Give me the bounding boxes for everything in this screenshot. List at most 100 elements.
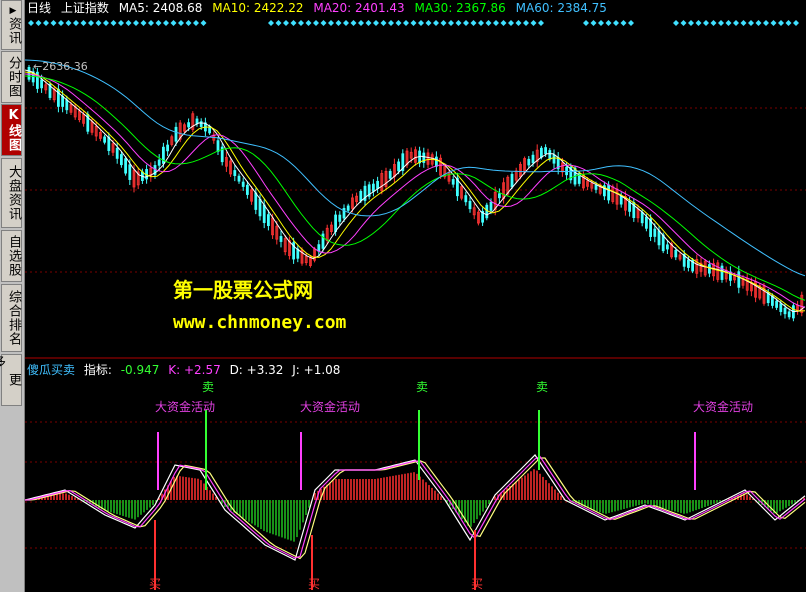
signal-diamond: [440, 20, 447, 26]
candle-body: [628, 201, 631, 212]
sell-signal-label: 卖: [536, 380, 549, 394]
signal-diamond: [395, 20, 402, 26]
signal-diamond: [590, 20, 597, 26]
sidebar-item-kline[interactable]: K线图: [1, 104, 22, 156]
candle-body: [338, 214, 342, 222]
candle-body: [216, 140, 220, 152]
signal-diamond: [313, 20, 319, 26]
signal-diamond: [50, 20, 57, 26]
signal-diamond: [583, 20, 589, 26]
candle-body: [346, 205, 350, 211]
sell-signal-label: 卖: [416, 380, 429, 394]
signal-diamond: [185, 20, 192, 26]
sidebar-item-timeline[interactable]: 分时图: [1, 51, 22, 103]
signal-diamond: [88, 20, 94, 26]
candle-body: [266, 214, 270, 226]
candle-body: [388, 170, 392, 179]
buy-signal-label: 买: [308, 577, 321, 591]
candle-body: [779, 303, 783, 312]
kline-chart[interactable]: [25, 0, 806, 592]
signal-diamond: [733, 20, 739, 26]
watermark-title: 第一股票公式网: [173, 278, 313, 302]
signal-diamond: [418, 20, 424, 26]
signal-diamond: [703, 20, 709, 26]
signal-diamond: [275, 20, 282, 26]
candle-body: [708, 264, 711, 274]
candle-body: [317, 244, 321, 252]
signal-diamond: [433, 20, 439, 26]
candle-body: [40, 79, 43, 89]
high-price-label: ←2636.36: [33, 60, 88, 73]
signal-diamond: [493, 20, 499, 26]
candle-body: [489, 201, 493, 211]
signal-diamond: [613, 20, 619, 26]
signal-diamond: [485, 20, 492, 26]
signal-diamond: [403, 20, 409, 26]
index-name: 上证指数: [60, 1, 109, 15]
candle-body: [468, 200, 472, 210]
indicator-label: 指标:: [83, 363, 112, 377]
candle-body: [661, 234, 665, 252]
signal-diamond: [28, 20, 34, 26]
indicator-name: 傻瓜买卖: [27, 363, 76, 377]
candle-body: [674, 249, 678, 258]
signal-diamond: [268, 20, 274, 26]
signal-diamond: [673, 20, 679, 26]
j-line: [25, 455, 806, 559]
sidebar-item-market-news[interactable]: 大盘资讯: [1, 158, 22, 228]
signal-diamond: [328, 20, 334, 26]
candle-body: [65, 99, 69, 111]
big-fund-signal-label: 大资金活动: [693, 400, 754, 414]
signal-diamond: [500, 20, 507, 26]
signal-diamond: [425, 20, 432, 26]
signal-diamond: [200, 20, 207, 26]
candle-body: [199, 121, 203, 127]
candle-body: [594, 184, 598, 190]
candle-body: [544, 147, 547, 155]
candle-body: [128, 164, 132, 180]
signal-diamond: [283, 20, 289, 26]
candle-body: [783, 307, 787, 315]
ma60-value: MA60: 2384.75: [515, 1, 607, 15]
signal-diamond: [343, 20, 349, 26]
sidebar-item-watchlist[interactable]: 自选股: [1, 230, 22, 282]
candle-body: [262, 204, 266, 223]
sidebar-item-ranking[interactable]: 综合排名: [1, 284, 22, 352]
candle-body: [485, 204, 489, 219]
candle-body: [187, 122, 191, 128]
candle-body: [607, 184, 610, 201]
signal-diamond: [463, 20, 469, 26]
candle-body: [565, 166, 568, 176]
candle-body: [737, 271, 741, 288]
candle-body: [434, 156, 438, 167]
signal-diamond: [170, 20, 177, 26]
signal-diamond: [628, 20, 634, 26]
candle-body: [254, 192, 258, 210]
signal-diamond: [605, 20, 612, 26]
ma60-line: [25, 59, 806, 277]
indicator-d: D: +3.32: [229, 363, 284, 377]
candle-body: [195, 118, 199, 125]
candle-body: [666, 244, 669, 250]
chart-area[interactable]: 日线 上证指数 MA5: 2408.68 MA10: 2422.22 MA20:…: [25, 0, 806, 592]
buy-signal-label: 买: [149, 577, 162, 591]
signal-diamond: [508, 20, 514, 26]
signal-diamond: [298, 20, 304, 26]
candle-body: [497, 193, 501, 199]
candle-body: [775, 300, 778, 308]
signal-diamond: [358, 20, 364, 26]
indicator-header: 傻瓜买卖 指标: -0.947 K: +2.57 D: +3.32 J: +1.…: [27, 362, 345, 378]
sidebar-item-more[interactable]: 更多...: [0, 354, 22, 417]
signal-diamond: [785, 20, 792, 26]
signal-diamond: [755, 20, 762, 26]
candle-body: [527, 158, 531, 166]
candle-body: [115, 147, 119, 159]
sidebar-item-news[interactable]: ▶资讯: [1, 0, 22, 50]
signal-diamond: [95, 20, 102, 26]
candle-body: [61, 95, 64, 107]
signal-diamond: [523, 20, 529, 26]
candle-body: [237, 175, 241, 182]
big-fund-signal-label: 大资金活动: [155, 400, 216, 414]
candle-body: [233, 170, 237, 177]
signal-diamond: [193, 20, 199, 26]
